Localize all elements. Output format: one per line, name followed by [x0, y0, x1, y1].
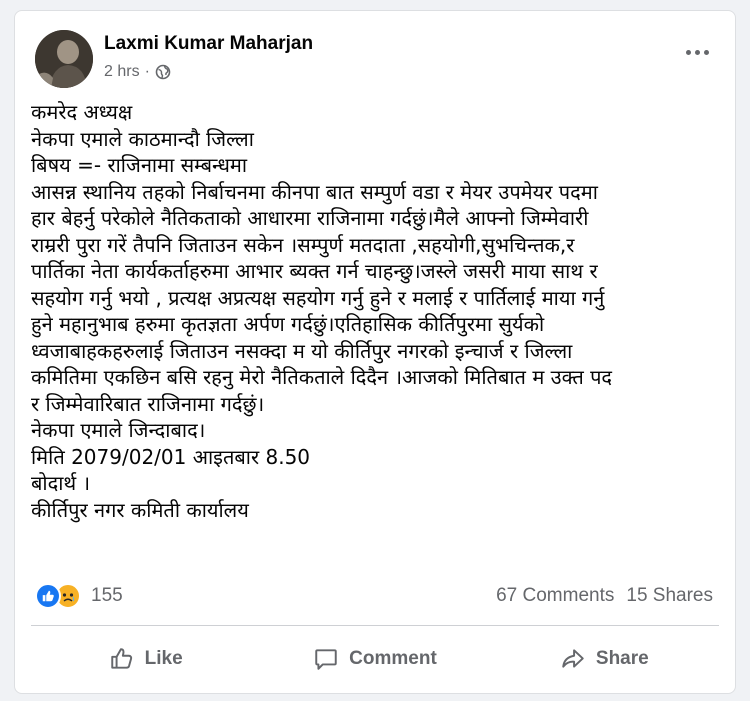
comment-button[interactable]: Comment	[260, 635, 489, 683]
share-label: Share	[595, 648, 649, 669]
post-line: ध्वजाबाहकहरुलाई जिताउन नसक्दा म यो कीर्त…	[31, 338, 573, 363]
comments-count[interactable]: 67 Comments	[496, 585, 614, 606]
post-card: Laxmi Kumar Maharjan 2 hrs · कमरेद अध्यक…	[14, 10, 736, 694]
meta-separator: ·	[144, 63, 150, 80]
like-reaction-icon	[35, 583, 61, 609]
post-line: हुने महानुभाब हरुमा कृतज्ञता अर्पण गर्दछ…	[31, 312, 545, 336]
globe-icon[interactable]	[155, 64, 171, 80]
engagement-counts: 67 Comments 15 Shares	[496, 585, 713, 607]
post-line: आसन्न स्थानिय तहको निर्बाचनमा कीनपा बात …	[31, 179, 598, 204]
like-button[interactable]: Like	[31, 635, 260, 683]
post-line: र जिम्मेवारिबात राजिनामा गर्दछुं।	[31, 391, 265, 416]
post-line: कमितिमा एकछिन बसि रहनु मेरो नैतिकताले दि…	[31, 365, 613, 389]
share-arrow-icon	[562, 649, 584, 668]
comment-label: Comment	[349, 648, 437, 669]
divider	[31, 625, 719, 626]
share-button[interactable]: Share	[490, 635, 719, 683]
post-line: नेकपा एमाले जिन्दाबाद।	[31, 418, 206, 442]
action-bar: Like Comment Share	[31, 635, 719, 683]
post-meta: 2 hrs ·	[104, 63, 171, 81]
thumbs-up-icon	[110, 648, 132, 669]
post-line: बिषय =- राजिनामा सम्बन्धमा	[31, 153, 248, 177]
post-line: कीर्तिपुर नगर कमिती कार्यालय	[31, 497, 249, 522]
post-text: कमरेद अध्यक्ष नेकपा एमाले काठमान्दौ जिल्…	[31, 99, 721, 523]
more-options-icon[interactable]	[679, 37, 715, 67]
post-line: हार बेहर्नु परेकोले नैतिकताको आधारमा राज…	[31, 206, 589, 230]
post-line: राम्ररी पुरा गरें तैपनि जिताउन सकेन ।सम्…	[31, 232, 575, 257]
post-line: पार्तिका नेता कार्यकर्ताहरुमा आभार ब्यक्…	[31, 259, 598, 283]
post-line: सहयोग गर्नु भयो , प्रत्यक्ष अप्रत्यक्ष स…	[31, 285, 605, 310]
shares-count[interactable]: 15 Shares	[626, 585, 713, 606]
reaction-summary[interactable]: 155	[35, 583, 123, 609]
like-label: Like	[144, 648, 183, 669]
post-line: मिति 2079/02/01 आइतबार 8.50	[31, 444, 311, 469]
post-timestamp[interactable]: 2 hrs	[104, 63, 140, 81]
reaction-count[interactable]: 155	[91, 585, 123, 607]
post-line: नेकपा एमाले काठमान्दौ जिल्ला	[31, 126, 254, 151]
author-name[interactable]: Laxmi Kumar Maharjan	[104, 33, 313, 55]
avatar[interactable]	[35, 30, 93, 88]
avatar-image	[35, 30, 93, 88]
post-line: बोदार्थ ।	[31, 471, 91, 495]
post-line: कमरेद अध्यक्ष	[31, 100, 133, 124]
speech-bubble-icon	[315, 649, 337, 670]
